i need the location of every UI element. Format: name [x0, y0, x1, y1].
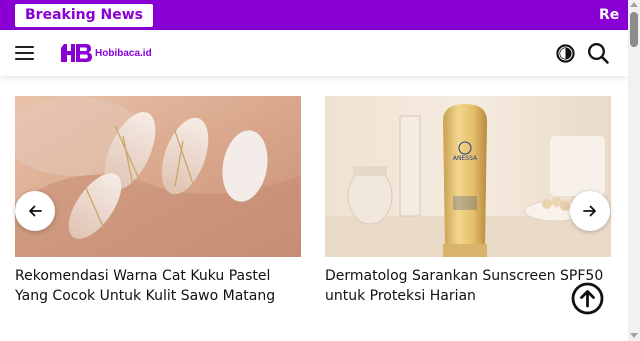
page-scrollbar[interactable] [628, 0, 640, 341]
site-header: Hobibaca.id [0, 30, 628, 76]
article-card[interactable]: Rekomendasi Warna Cat Kuku Pastel Yang C… [15, 96, 301, 306]
site-logo[interactable]: Hobibaca.id [60, 43, 152, 63]
breaking-news-label: Breaking News [15, 4, 153, 27]
article-card[interactable]: ANESSA Dermatolog Sarankan Sunscreen SPF… [325, 96, 611, 306]
breaking-news-bar: Breaking News Re [0, 0, 628, 30]
hamburger-icon[interactable] [15, 45, 34, 61]
sunscreen-photo[interactable]: ANESSA [325, 96, 611, 257]
arrow-up-circle-icon[interactable] [571, 282, 604, 315]
anessa-brand-text: ANESSA [453, 155, 478, 162]
dark-mode-toggle-icon[interactable] [556, 44, 575, 63]
carousel-next-button[interactable] [570, 191, 610, 231]
article-title[interactable]: Rekomendasi Warna Cat Kuku Pastel Yang C… [15, 267, 301, 306]
scrollbar-thumb[interactable] [630, 12, 638, 47]
arrow-left-icon [29, 205, 42, 217]
breaking-news-headline[interactable]: Re [599, 0, 619, 30]
arrow-right-icon [583, 205, 596, 217]
scroll-up-arrow-icon[interactable] [630, 2, 638, 7]
nails-photo[interactable] [15, 96, 301, 257]
logo-text: Hobibaca.id [95, 47, 152, 59]
search-icon[interactable] [587, 42, 609, 64]
article-title[interactable]: Dermatolog Sarankan Sunscreen SPF50 untu… [325, 267, 611, 306]
carousel-prev-button[interactable] [15, 191, 55, 231]
scroll-down-arrow-icon[interactable] [630, 333, 638, 338]
logo-mark-icon [60, 43, 93, 63]
